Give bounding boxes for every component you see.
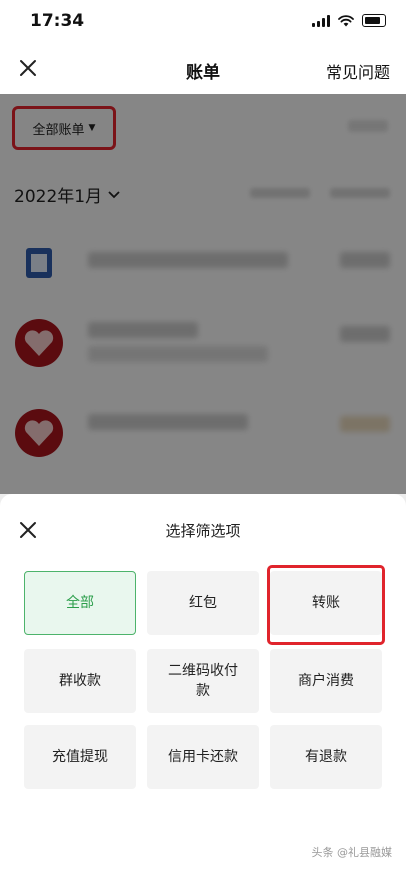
nav-bar: 账单 常见问题 (0, 44, 406, 94)
wifi-icon (338, 15, 354, 27)
status-icons (312, 14, 386, 27)
option-transfer[interactable]: 转账 (270, 571, 382, 635)
sheet-title: 选择筛选项 (165, 522, 241, 540)
watermark: 头条 @礼县融媒 (311, 846, 393, 859)
close-icon[interactable] (16, 518, 40, 542)
status-bar: 17:34 (0, 0, 406, 44)
option-red-packet[interactable]: 红包 (147, 571, 259, 635)
option-all[interactable]: 全部 (24, 571, 136, 635)
option-credit-card-repayment[interactable]: 信用卡还款 (147, 725, 259, 789)
modal-overlay[interactable] (0, 94, 406, 494)
faq-link[interactable]: 常见问题 (326, 59, 390, 83)
battery-icon (362, 14, 386, 27)
status-time: 17:34 (30, 11, 85, 31)
option-qr-payment[interactable]: 二维码收付款 (147, 649, 259, 713)
signal-icon (312, 15, 330, 27)
option-merchant-purchase[interactable]: 商户消费 (270, 649, 382, 713)
option-group-collection[interactable]: 群收款 (24, 649, 136, 713)
close-icon[interactable] (14, 54, 42, 82)
option-topup-withdraw[interactable]: 充值提现 (24, 725, 136, 789)
option-refunded[interactable]: 有退款 (270, 725, 382, 789)
